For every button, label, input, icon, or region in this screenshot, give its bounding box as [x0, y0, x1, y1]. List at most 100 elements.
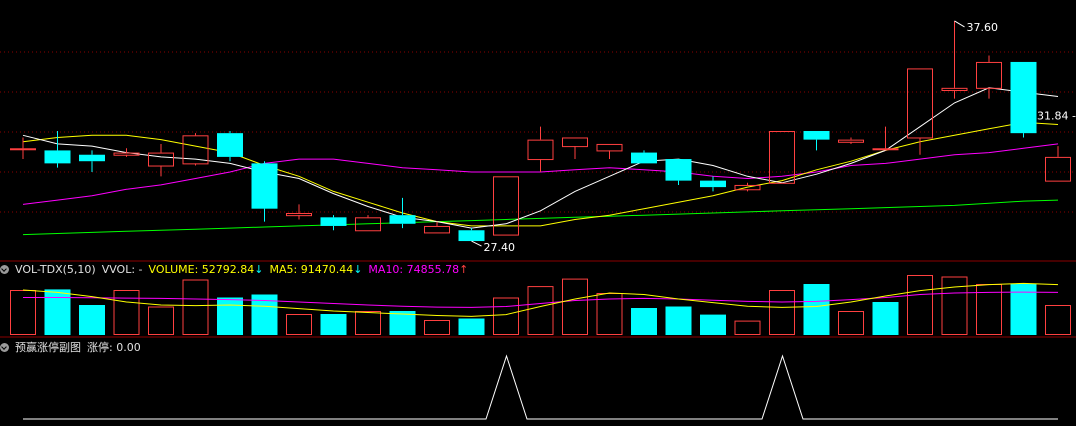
candle-body	[217, 133, 243, 157]
volume-bar	[527, 286, 554, 336]
candle-body	[79, 154, 105, 162]
candle-body	[148, 152, 174, 167]
volume-bar	[44, 289, 71, 335]
volume-bar	[769, 290, 795, 335]
max-price-label: 37.60	[967, 21, 999, 34]
candle	[527, 126, 554, 172]
candle-body	[838, 139, 864, 143]
candle	[1045, 146, 1071, 182]
candle-body	[389, 215, 416, 224]
candle-body	[941, 87, 968, 91]
volume-bar	[113, 290, 140, 335]
candle	[113, 148, 140, 157]
volume-bar	[631, 308, 657, 335]
volume-bar	[665, 306, 692, 335]
candle-body	[424, 225, 450, 234]
vvol-label: VVOL: -	[101, 263, 143, 276]
candle	[355, 215, 381, 232]
volume-bar	[562, 278, 588, 336]
volume-bar	[872, 302, 899, 335]
chevron-down-icon[interactable]	[0, 265, 9, 274]
candle	[251, 161, 278, 222]
candle	[907, 68, 933, 155]
volume-bar	[182, 279, 209, 335]
signal-title[interactable]: 预赢涨停副图	[15, 341, 81, 354]
candle-body	[286, 213, 312, 217]
min-price-pointer	[471, 240, 482, 247]
candle-body	[872, 148, 899, 151]
signal-value: 涨停: 0.00	[87, 341, 141, 354]
volume-bar	[217, 297, 243, 335]
volume-bar	[148, 306, 174, 335]
candle	[1010, 61, 1037, 138]
candle-body	[631, 152, 657, 164]
ma-green-line	[22, 199, 1059, 236]
price-grid	[0, 51, 1076, 213]
candle-body	[251, 163, 278, 209]
chevron-down-icon[interactable]	[0, 343, 9, 352]
candle	[872, 126, 899, 151]
candle	[941, 20, 968, 99]
volume-bar	[1045, 305, 1071, 335]
volume-bar	[424, 320, 450, 335]
volume-value: VOLUME: 52792.84↓	[148, 263, 264, 276]
candle-body	[596, 143, 623, 152]
candle-body	[320, 217, 347, 226]
candle	[148, 143, 174, 177]
candle-body	[182, 135, 209, 165]
signal-panel-header: 预赢涨停副图 涨停: 0.00	[0, 339, 1076, 355]
volume-bar	[803, 284, 830, 335]
stock-chart: 37.60 27.40 31.84 -	[0, 20, 1076, 420]
candle-body	[665, 159, 692, 181]
volume-bar	[493, 297, 519, 335]
candle	[458, 228, 485, 242]
signal-panel	[23, 354, 1058, 420]
candle-body	[44, 150, 71, 164]
indicator-name[interactable]: VOL-TDX(5,10)	[15, 263, 96, 276]
last-price-label: 31.84 -	[1037, 110, 1076, 123]
candle	[838, 137, 864, 144]
candle-body	[562, 137, 588, 148]
volume-ma-lines	[22, 282, 1059, 317]
ma10-value: MA10: 74855.78↑	[368, 263, 469, 276]
ma5-value: MA5: 91470.44↓	[269, 263, 363, 276]
volume-bar	[700, 314, 726, 335]
volume-bar	[941, 276, 968, 335]
ma-magenta-line	[22, 143, 1059, 205]
candle	[320, 215, 347, 231]
candle	[389, 197, 416, 229]
volume-panel	[10, 275, 1071, 336]
candle-body	[803, 131, 830, 140]
max-price-pointer	[954, 20, 965, 28]
candle-body	[700, 180, 726, 188]
signal-spike-line	[23, 354, 1058, 420]
candle	[700, 176, 726, 192]
candle	[286, 204, 312, 220]
limit-up-signal	[23, 354, 1058, 420]
volume-bar	[458, 318, 485, 335]
volume-bar	[838, 311, 864, 335]
candle	[596, 143, 623, 160]
candle-body	[1045, 156, 1071, 182]
candlesticks	[10, 20, 1071, 242]
candle	[665, 159, 692, 185]
min-price-label: 27.40	[484, 241, 516, 254]
volume-bar	[79, 305, 105, 335]
volume-bar	[355, 311, 381, 335]
volume-bar	[907, 275, 933, 335]
candle-body	[458, 230, 485, 242]
vol-ma-yellow-line	[22, 282, 1059, 317]
volume-bar	[734, 320, 761, 336]
candle-body	[10, 148, 36, 151]
candle-body	[976, 61, 1002, 89]
candle	[803, 131, 830, 151]
candle-body	[907, 68, 933, 139]
volume-panel-header: VOL-TDX(5,10) VVOL: - VOLUME: 52792.84↓ MA5…	[0, 263, 1076, 279]
candle	[217, 131, 243, 162]
candle-body	[527, 139, 554, 161]
candle	[79, 150, 105, 172]
candle	[631, 150, 657, 164]
price-panel: 37.60 27.40 31.84 -	[0, 20, 1076, 254]
candle	[562, 137, 588, 160]
volume-bar	[286, 314, 312, 335]
